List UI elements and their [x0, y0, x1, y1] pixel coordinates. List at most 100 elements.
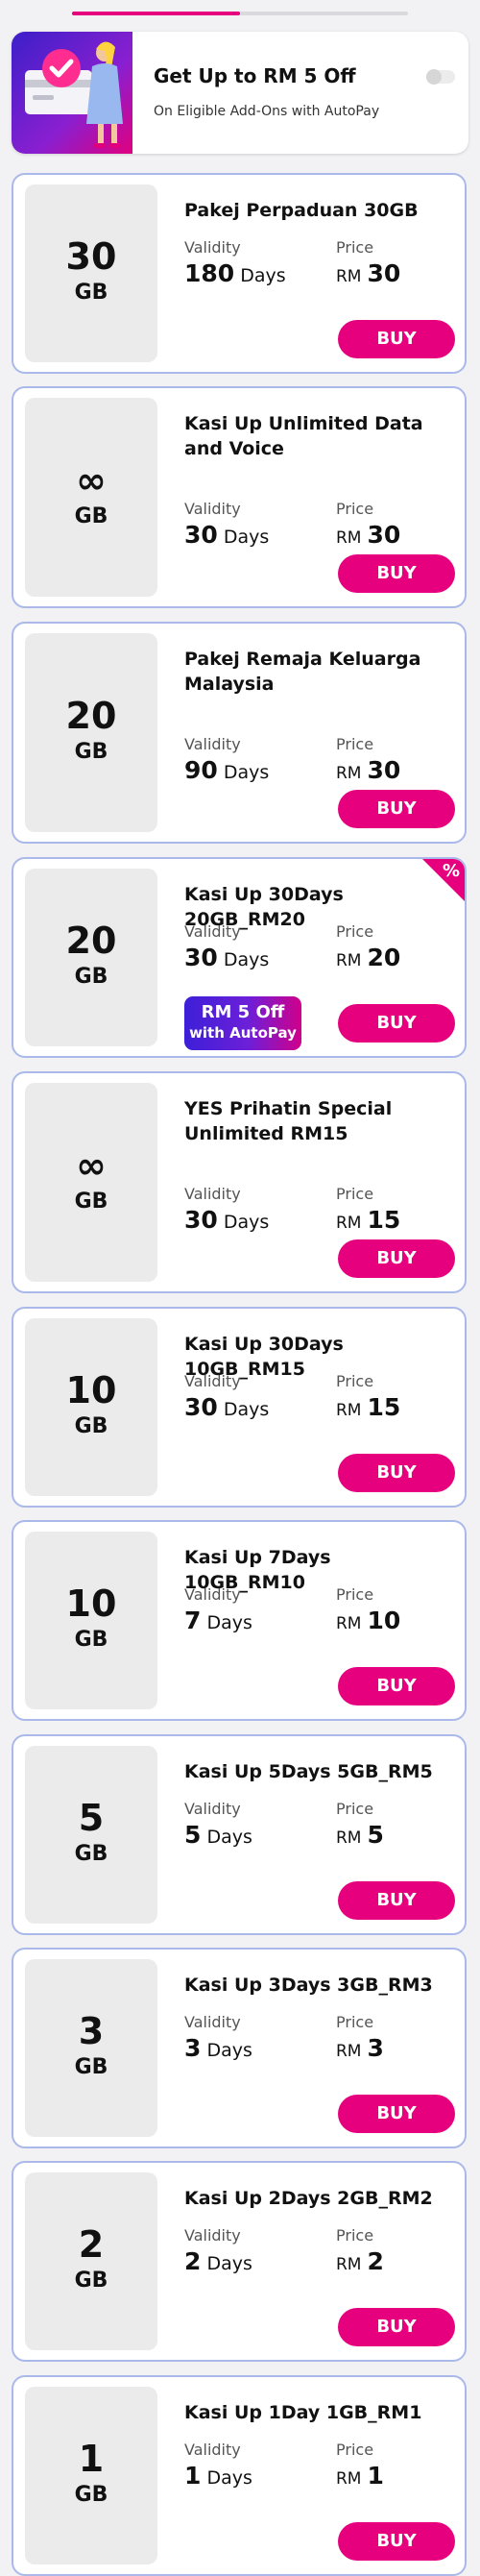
price-label: Price	[336, 238, 374, 257]
validity-label: Validity	[184, 1372, 241, 1390]
plan-price: RM 30	[336, 756, 400, 784]
plan-price: RM 2	[336, 2247, 384, 2275]
buy-button[interactable]: BUY	[338, 2522, 455, 2561]
tab-active-indicator	[72, 12, 240, 15]
plan-validity: 7 Days	[184, 1607, 252, 1634]
plan-card[interactable]: ∞ GB YES Prihatin Special Unlimited RM15…	[12, 1071, 467, 1293]
days-unit: Days	[223, 1399, 270, 1420]
days-unit: Days	[223, 949, 270, 970]
validity-label: Validity	[184, 2013, 241, 2031]
plan-card[interactable]: 1 GB Kasi Up 1Day 1GB_RM1 Validity Price 1…	[12, 2375, 467, 2576]
buy-button[interactable]: BUY	[338, 320, 455, 358]
plan-quota-unit: GB	[74, 739, 108, 764]
price-value: 30	[367, 756, 401, 784]
price-label: Price	[336, 735, 374, 753]
plan-card[interactable]: 30 GB Pakej Perpaduan 30GB Validity Price …	[12, 173, 467, 374]
plan-price: RM 1	[336, 2462, 384, 2490]
plan-card[interactable]: 10 GB Kasi Up 30Days 10GB_RM15 Validity Pr…	[12, 1307, 467, 1508]
price-value: 30	[367, 521, 401, 549]
plan-price: RM 10	[336, 1607, 400, 1634]
days-unit: Days	[206, 2253, 252, 2274]
validity-label: Validity	[184, 2226, 241, 2245]
plan-name: Pakej Perpaduan 30GB	[184, 200, 419, 221]
validity-label: Validity	[184, 1185, 241, 1203]
plan-quota: ∞	[76, 458, 107, 502]
currency-label: RM	[336, 1214, 362, 1233]
plan-quota-tile: ∞ GB	[25, 1083, 157, 1282]
plan-name: Kasi Up 1Day 1GB_RM1	[184, 2402, 422, 2423]
plan-price: RM 20	[336, 944, 400, 971]
currency-label: RM	[336, 764, 362, 783]
buy-button[interactable]: BUY	[338, 2095, 455, 2133]
days-unit: Days	[240, 265, 286, 286]
currency-label: RM	[336, 528, 362, 548]
price-label: Price	[336, 1585, 374, 1604]
autopay-promo-illustration	[12, 32, 132, 154]
plan-quota: 20	[65, 694, 117, 737]
buy-button[interactable]: BUY	[338, 1454, 455, 1492]
validity-days-value: 5	[184, 1821, 202, 1849]
validity-days-value: 30	[184, 1393, 218, 1421]
plan-quota-unit: GB	[74, 2482, 108, 2507]
plan-card[interactable]: 10 GB Kasi Up 7Days 10GB_RM10 Validity Pri…	[12, 1520, 467, 1721]
plan-validity: 30 Days	[184, 521, 269, 549]
buy-button[interactable]: BUY	[338, 1004, 455, 1043]
price-value: 20	[367, 944, 401, 971]
plan-quota-tile: 5 GB	[25, 1746, 157, 1924]
buy-button[interactable]: BUY	[338, 2308, 455, 2346]
buy-button[interactable]: BUY	[338, 1881, 455, 1920]
plan-quota-tile: 20 GB	[25, 869, 157, 1046]
plan-card[interactable]: ∞ GB Kasi Up Unlimited Data and Voice Val…	[12, 386, 467, 608]
plan-quota-tile: 2 GB	[25, 2172, 157, 2350]
days-unit: Days	[223, 762, 270, 783]
plan-quota: 3	[78, 2009, 105, 2052]
plan-card[interactable]: 2 GB Kasi Up 2Days 2GB_RM2 Validity Price …	[12, 2161, 467, 2362]
plan-quota-unit: GB	[74, 1627, 108, 1652]
plan-quota: 10	[65, 1368, 117, 1411]
plan-quota-unit: GB	[74, 1189, 108, 1214]
plan-validity: 180 Days	[184, 259, 286, 287]
validity-days-value: 3	[184, 2034, 202, 2062]
plan-validity: 90 Days	[184, 756, 269, 784]
price-label: Price	[336, 500, 374, 518]
promo-subtitle: On Eligible Add-Ons with AutoPay	[154, 104, 380, 119]
price-value: 10	[367, 1607, 401, 1634]
validity-label: Validity	[184, 922, 241, 941]
buy-button[interactable]: BUY	[338, 554, 455, 593]
plan-quota-tile: ∞ GB	[25, 398, 157, 597]
plan-validity: 1 Days	[184, 2462, 252, 2490]
days-unit: Days	[206, 2467, 252, 2489]
plan-price: RM 15	[336, 1393, 400, 1421]
plan-quota: 30	[65, 234, 117, 278]
price-value: 2	[367, 2247, 384, 2275]
plan-quota: 1	[78, 2437, 105, 2480]
autopay-badge-line1: RM 5 Off	[201, 1002, 285, 1022]
autopay-toggle[interactable]	[426, 69, 455, 85]
buy-button[interactable]: BUY	[338, 1239, 455, 1278]
plan-card[interactable]: 3 GB Kasi Up 3Days 3GB_RM3 Validity Price …	[12, 1948, 467, 2148]
price-value: 30	[367, 259, 401, 287]
plan-name: Kasi Up Unlimited Data and Voice	[184, 413, 423, 459]
validity-label: Validity	[184, 500, 241, 518]
plan-quota-unit: GB	[74, 1841, 108, 1866]
plan-validity: 30 Days	[184, 944, 269, 971]
buy-button[interactable]: BUY	[338, 790, 455, 828]
plan-validity: 2 Days	[184, 2247, 252, 2275]
plan-card[interactable]: 20 GB Kasi Up 30Days 20GB_RM20 Validity Pr…	[12, 857, 467, 1058]
plan-quota: 2	[78, 2222, 105, 2266]
validity-days-value: 7	[184, 1607, 202, 1634]
plan-card[interactable]: 20 GB Pakej Remaja Keluarga Malaysia Vali…	[12, 622, 467, 844]
plan-price: RM 30	[336, 259, 400, 287]
plan-price: RM 30	[336, 521, 400, 549]
plan-name: Kasi Up 2Days 2GB_RM2	[184, 2188, 433, 2209]
plan-card[interactable]: 5 GB Kasi Up 5Days 5GB_RM5 Validity Price …	[12, 1734, 467, 1935]
autopay-badge-line2: with AutoPay	[189, 1024, 297, 1042]
currency-label: RM	[336, 951, 362, 970]
validity-days-value: 90	[184, 756, 218, 784]
days-unit: Days	[223, 527, 270, 548]
autopay-promo-banner[interactable]: Get Up to RM 5 Off On Eligible Add-Ons w…	[12, 32, 468, 154]
days-unit: Days	[206, 2040, 252, 2061]
validity-days-value: 180	[184, 259, 235, 287]
plan-quota: 20	[65, 919, 117, 962]
buy-button[interactable]: BUY	[338, 1667, 455, 1705]
